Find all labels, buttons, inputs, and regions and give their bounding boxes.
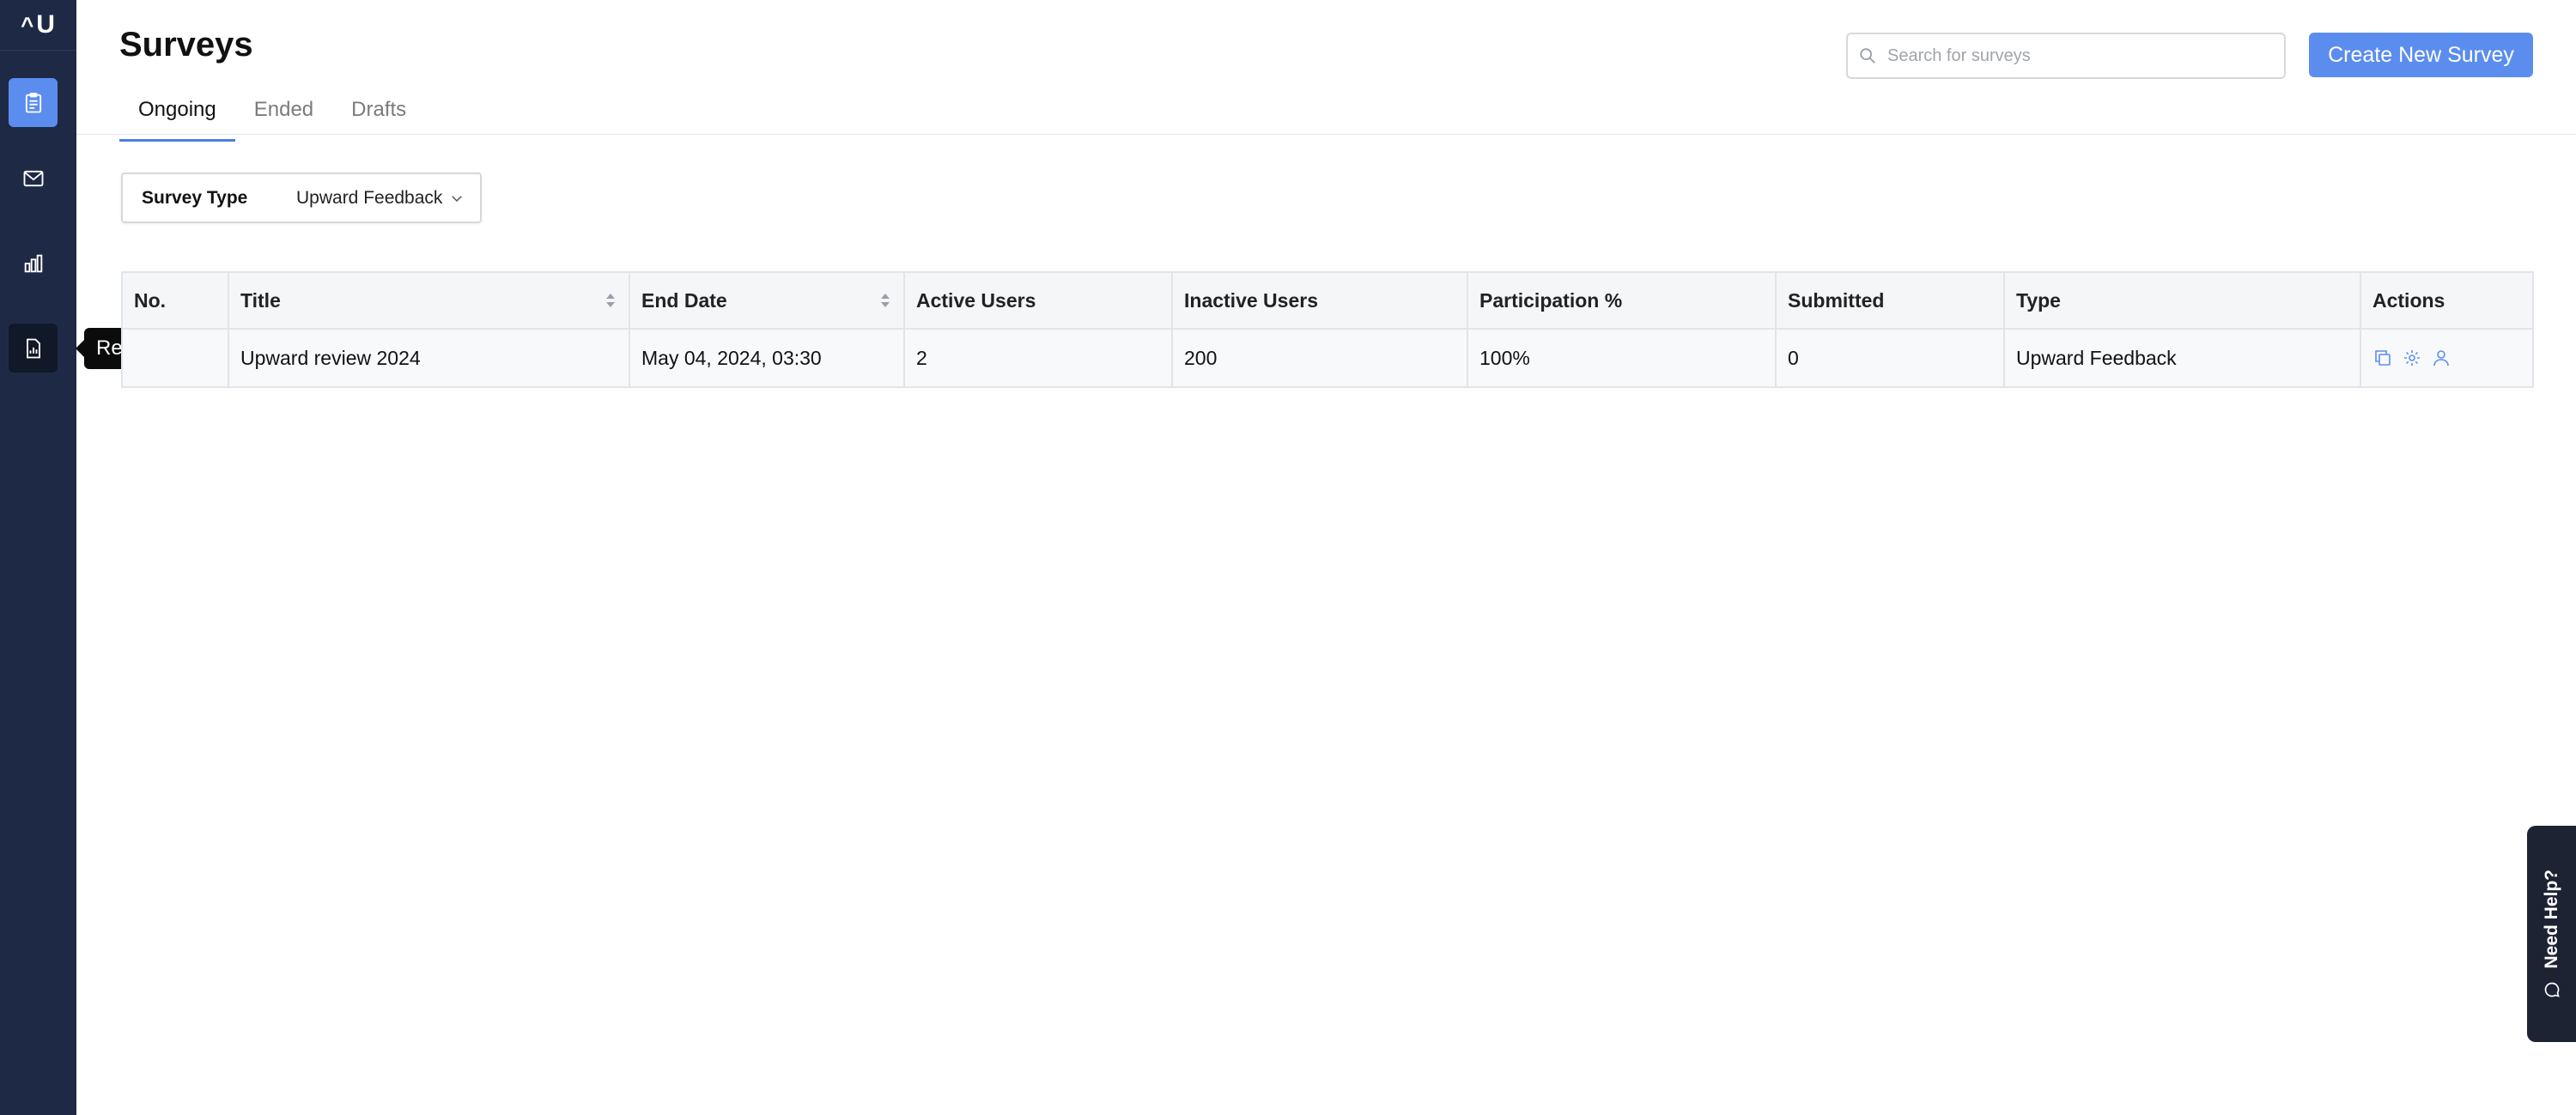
create-new-survey-button[interactable]: Create New Survey bbox=[2309, 33, 2533, 77]
bar-chart-icon bbox=[24, 254, 42, 272]
cell-submitted: 0 bbox=[1775, 328, 2005, 388]
clipboard-icon bbox=[25, 92, 41, 112]
report-icon bbox=[26, 338, 40, 358]
sidebar-item-analytics[interactable] bbox=[9, 239, 58, 288]
table-header-row: No. Title End Date Active Users Inactive… bbox=[121, 271, 2534, 330]
need-help-label: Need Help? bbox=[2541, 870, 2561, 969]
mail-icon bbox=[23, 170, 43, 186]
survey-type-filter[interactable]: Survey Type Upward Feedback bbox=[121, 173, 482, 223]
sidebar-item-mail[interactable] bbox=[9, 154, 58, 203]
gear-icon[interactable] bbox=[2402, 348, 2422, 368]
cell-actions bbox=[2360, 328, 2534, 388]
cell-type: Upward Feedback bbox=[2003, 328, 2361, 388]
table-row[interactable]: Upward review 2024 May 04, 2024, 03:30 2… bbox=[121, 328, 2534, 388]
chat-bubble-icon bbox=[2544, 982, 2560, 997]
copy-icon[interactable] bbox=[2372, 348, 2393, 368]
app-logo[interactable]: ^ U bbox=[0, 0, 76, 51]
cell-end-date: May 04, 2024, 03:30 bbox=[629, 328, 905, 388]
column-header-participation: Participation % bbox=[1467, 271, 1777, 330]
column-header-title-label: Title bbox=[240, 288, 281, 312]
search-icon bbox=[1860, 48, 1875, 64]
user-icon[interactable] bbox=[2431, 348, 2451, 368]
need-help-widget[interactable]: Need Help? bbox=[2527, 826, 2576, 1042]
column-header-no: No. bbox=[121, 271, 229, 330]
cell-no bbox=[121, 328, 229, 388]
column-header-submitted: Submitted bbox=[1775, 271, 2005, 330]
search-box bbox=[1846, 33, 2286, 79]
surveys-table: No. Title End Date Active Users Inactive… bbox=[121, 271, 2534, 388]
search-input[interactable] bbox=[1886, 45, 2267, 67]
column-header-inactive-users: Inactive Users bbox=[1171, 271, 1468, 330]
column-header-end-date[interactable]: End Date bbox=[629, 271, 905, 330]
column-header-type: Type bbox=[2003, 271, 2361, 330]
logo-letter: U bbox=[36, 10, 56, 39]
cell-title[interactable]: Upward review 2024 bbox=[228, 328, 630, 388]
sidebar-item-surveys[interactable] bbox=[9, 78, 58, 127]
column-header-actions: Actions bbox=[2360, 271, 2534, 330]
header-divider bbox=[76, 134, 2576, 135]
sort-icon[interactable] bbox=[879, 292, 891, 309]
row-actions bbox=[2372, 348, 2521, 368]
chevron-down-icon bbox=[452, 195, 463, 202]
survey-type-label: Survey Type bbox=[142, 187, 248, 208]
column-header-active-users: Active Users bbox=[903, 271, 1173, 330]
survey-type-value: Upward Feedback bbox=[296, 187, 443, 208]
column-header-end-date-label: End Date bbox=[641, 288, 727, 312]
cell-inactive-users: 200 bbox=[1171, 328, 1468, 388]
sidebar-item-reports[interactable] bbox=[9, 324, 58, 373]
cell-participation: 100% bbox=[1467, 328, 1777, 388]
page-title: Surveys bbox=[119, 26, 253, 64]
sort-icon[interactable] bbox=[605, 292, 617, 309]
sidebar: ^ U bbox=[0, 0, 76, 1115]
logo-caret: ^ bbox=[21, 11, 35, 38]
column-header-title[interactable]: Title bbox=[228, 271, 630, 330]
cell-active-users: 2 bbox=[903, 328, 1173, 388]
